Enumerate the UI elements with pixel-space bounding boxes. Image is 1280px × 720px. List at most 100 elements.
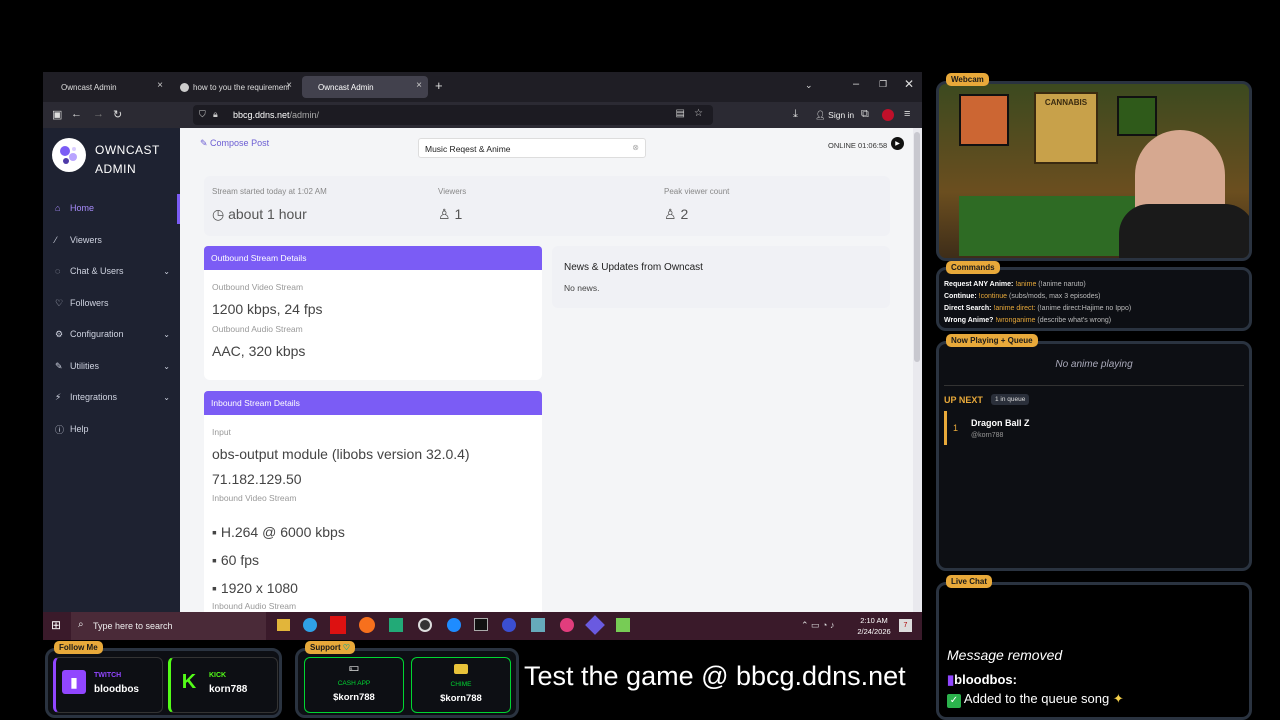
menu-icon[interactable]: ≡	[904, 108, 910, 120]
url-host: bbcg.ddns.net	[233, 110, 290, 120]
clear-icon[interactable]: ⊗	[632, 143, 639, 152]
list-item: ▪ 1920 x 1080	[212, 580, 298, 596]
voicemeeter-icon[interactable]	[330, 616, 346, 634]
firefox-icon[interactable]	[359, 617, 375, 633]
chevron-down-icon: ⌄	[163, 266, 170, 276]
sidebar-item-chat-users[interactable]: ◌ Chat & Users ⌄	[43, 259, 180, 283]
notification-count: 7	[903, 622, 908, 629]
peak-value: 2	[680, 206, 689, 222]
chevron-down-icon: ⌄	[163, 361, 170, 371]
ublock-icon[interactable]	[882, 109, 894, 121]
system-tray-icons[interactable]: ⌃ ▭ ◔ ♪	[801, 620, 834, 631]
app-icon[interactable]	[585, 615, 605, 635]
browser-window: Owncast Admin × how to you the requireme…	[43, 72, 922, 612]
clock-date: 2/24/2026	[857, 627, 891, 636]
clock[interactable]: 2:10 AM 2/24/2026	[855, 615, 893, 637]
stream-title-input[interactable]: Music Reqest & Anime ⊗	[418, 138, 646, 158]
nav-bar: ▣ ← → ↻ ⛉ 🔒︎ bbcg.ddns.net /admin/ ▤ ☆ ⤓…	[43, 102, 922, 128]
divider	[944, 385, 1244, 386]
app-icon[interactable]	[560, 618, 574, 632]
file-explorer-icon[interactable]	[277, 619, 290, 631]
chevron-down-icon: ⌄	[163, 329, 170, 339]
forward-icon[interactable]: →	[93, 108, 104, 120]
outbound-audio-value: AAC, 320 kbps	[212, 343, 306, 359]
close-tab-icon[interactable]: ×	[157, 80, 163, 91]
command-desc: (describe what's wrong)	[1037, 317, 1112, 324]
maximize-icon[interactable]: ❐	[879, 79, 887, 90]
tab-requirement-txt[interactable]: how to you the requirement.txt ×	[172, 76, 298, 98]
tab-owncast-admin-1[interactable]: Owncast Admin ×	[47, 76, 169, 98]
app-icon[interactable]	[389, 618, 403, 632]
sidebar-item-integrations[interactable]: ⚡︎ Integrations ⌄	[43, 385, 180, 409]
reload-icon[interactable]: ↻	[113, 108, 122, 121]
sign-in-button[interactable]: 👤︎ Sign in	[815, 110, 854, 121]
admin-main: ✎ Compose Post Music Reqest & Anime ⊗ ON…	[180, 128, 913, 612]
back-icon[interactable]: ←	[71, 108, 82, 120]
money-icon: 💵︎	[349, 662, 359, 674]
taskbar-search[interactable]: ⌕ Type here to search	[71, 612, 266, 640]
notification-icon[interactable]: 7	[899, 619, 912, 632]
kick-label: KICK	[209, 672, 227, 679]
tab-label: Owncast Admin	[318, 82, 374, 92]
chat-removed-text: Message removed	[947, 647, 1063, 663]
command-row: Direct Search: !anime direct: (!anime di…	[944, 303, 1131, 315]
new-tab-icon[interactable]: +	[435, 78, 443, 93]
play-icon[interactable]: ▶	[891, 137, 904, 150]
kick-icon: K	[181, 671, 197, 693]
windows-start-icon[interactable]: ⊞	[51, 618, 61, 632]
online-status: ONLINE 01:06:58	[828, 141, 888, 150]
kick-card[interactable]: K KICK korn788	[168, 657, 278, 713]
chime-card[interactable]: CHIME $korn788	[411, 657, 511, 713]
terminal-icon[interactable]	[474, 618, 488, 631]
close-tab-icon[interactable]: ×	[416, 80, 422, 91]
followers-icon: ♡	[55, 297, 64, 308]
twitch-card[interactable]: ▮ TWITCH bloodbos	[53, 657, 163, 713]
viewers-value: 1	[454, 206, 463, 222]
outbound-video-label: Outbound Video Stream	[212, 282, 304, 292]
command-trigger: !anime direct:	[993, 305, 1036, 312]
sidebar-item-help[interactable]: ⓘ Help	[43, 417, 180, 441]
download-icon[interactable]: ⤓	[793, 108, 798, 121]
app-icon[interactable]	[447, 618, 461, 632]
plug-icon: ⚡︎	[55, 391, 62, 402]
stream-duration: ◷ about 1 hour	[212, 206, 307, 223]
close-window-icon[interactable]: ✕	[904, 77, 914, 91]
sidebar-item-home[interactable]: ⌂ Home	[43, 196, 180, 220]
sidebar-toggle-icon[interactable]: ▣	[52, 108, 62, 121]
bookmark-star-icon[interactable]: ☆	[694, 108, 703, 119]
peak-count: ♙ 2	[664, 206, 688, 223]
up-next-label: UP NEXT	[944, 395, 983, 405]
tab-bar: Owncast Admin × how to you the requireme…	[43, 72, 922, 102]
sidebar-item-followers[interactable]: ♡ Followers	[43, 291, 180, 315]
user-icon: ♙	[438, 206, 451, 222]
edge-icon[interactable]	[303, 618, 317, 632]
close-tab-icon[interactable]: ×	[286, 80, 292, 91]
tab-owncast-admin-2[interactable]: Owncast Admin ×	[302, 76, 428, 98]
cash-app-handle: $korn788	[333, 692, 375, 703]
owncast-logo	[52, 138, 86, 172]
command-desc: (!anime naruto)	[1038, 281, 1086, 288]
url-bar[interactable]: ⛉ 🔒︎ bbcg.ddns.net /admin/ ▤ ☆	[193, 105, 713, 125]
cash-app-card[interactable]: 💵︎ CASH APP $korn788	[304, 657, 404, 713]
minimize-icon[interactable]: –	[853, 78, 859, 90]
queue-accent	[944, 411, 947, 445]
sidebar-item-label: Followers	[70, 298, 109, 308]
obs-icon[interactable]	[418, 618, 432, 632]
reader-icon[interactable]: ▤	[676, 108, 685, 119]
media-icon[interactable]	[502, 618, 516, 632]
sidebar-item-utilities[interactable]: ✎ Utilities ⌄	[43, 354, 180, 378]
compose-post-button[interactable]: ✎ Compose Post	[200, 138, 269, 149]
chevron-down-icon[interactable]: ⌄	[805, 80, 813, 91]
sidebar-item-viewers[interactable]: ⁄ Viewers	[43, 228, 180, 252]
chat-username: bloodbos:	[954, 672, 1017, 687]
now-playing-label: Now Playing + Queue	[946, 334, 1038, 347]
poster-text: CANNABIS	[1044, 98, 1088, 107]
sidebar-item-configuration[interactable]: ⚙ Configuration ⌄	[43, 322, 180, 346]
chime-handle: $korn788	[440, 693, 482, 704]
notepad-icon[interactable]	[616, 618, 630, 632]
commands-panel: Request ANY Anime: !anime (!anime naruto…	[936, 267, 1252, 331]
extensions-icon[interactable]: ⧉	[861, 108, 869, 121]
app-icon[interactable]	[531, 618, 545, 632]
twitch-label: TWITCH	[94, 672, 122, 679]
scrollbar-thumb[interactable]	[914, 132, 920, 362]
